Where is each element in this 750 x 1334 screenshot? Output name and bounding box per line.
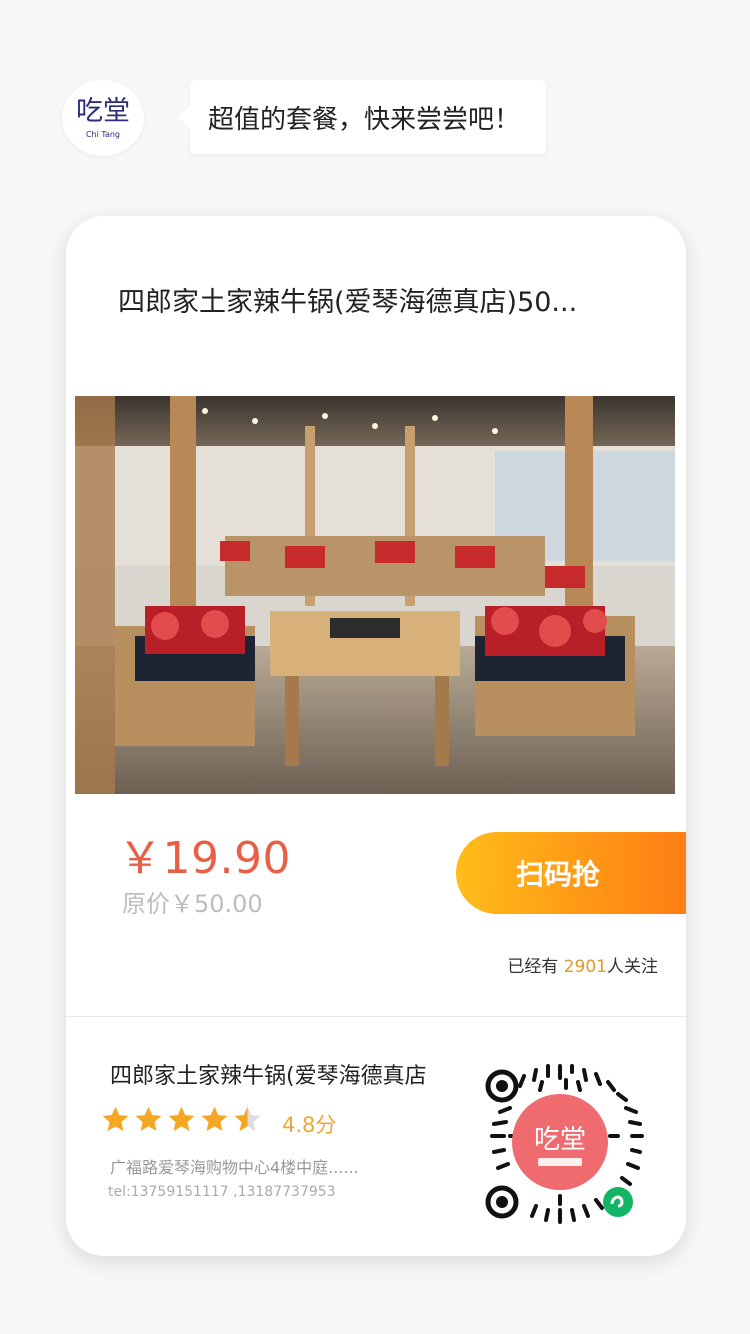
original-price: 原价￥50.00 — [122, 890, 263, 918]
shop-name: 四郎家土家辣牛锅(爱琴海德真店 — [110, 1064, 427, 1089]
restaurant-photo — [75, 396, 675, 794]
scan-to-buy-label: 扫码抢 — [515, 858, 600, 891]
follow-number: 2901 — [563, 957, 607, 977]
star-icon — [168, 1106, 195, 1132]
divider — [66, 1016, 686, 1017]
share-poster: 吃堂 Chi Tang 超值的套餐，快来尝尝吧！ 四郎家土家辣牛锅(爱琴海德真店… — [0, 0, 750, 1334]
deal-title: 四郎家土家辣牛锅(爱琴海德真店)50... — [118, 287, 578, 318]
miniprogram-qr-code[interactable]: 吃堂 — [472, 1056, 648, 1232]
greeting-bubble: 超值的套餐，快来尝尝吧！ — [178, 80, 546, 154]
chitang-logo: 吃堂 Chi Tang — [62, 80, 144, 156]
scan-to-buy-button[interactable]: 扫码抢 — [456, 832, 686, 914]
follow-prefix: 已经有 — [507, 957, 559, 977]
deal-card[interactable]: 四郎家土家辣牛锅(爱琴海德真店)50... ￥19.90 原价￥50.00 扫码… — [66, 216, 686, 1256]
svg-text:吃堂: 吃堂 — [534, 1125, 586, 1155]
follow-count: 已经有 2901人关注 — [507, 952, 658, 977]
svg-text:Chi Tang: Chi Tang — [86, 130, 120, 139]
deal-price: ￥19.90 — [118, 833, 291, 884]
follow-suffix: 人关注 — [607, 957, 658, 977]
shop-address: 广福路爱琴海购物中心4楼中庭...... — [110, 1158, 359, 1177]
svg-text:吃堂: 吃堂 — [76, 96, 130, 127]
star-icon — [201, 1106, 228, 1132]
greeting-text: 超值的套餐，快来尝尝吧！ — [208, 104, 521, 135]
star-icon — [102, 1106, 129, 1132]
shop-phone: tel:13759151117 ,13187737953 — [108, 1184, 336, 1200]
star-icon — [135, 1106, 162, 1132]
half-star-icon — [234, 1106, 261, 1132]
rating-stars — [100, 1104, 263, 1135]
rating-score: 4.8分 — [282, 1113, 337, 1137]
